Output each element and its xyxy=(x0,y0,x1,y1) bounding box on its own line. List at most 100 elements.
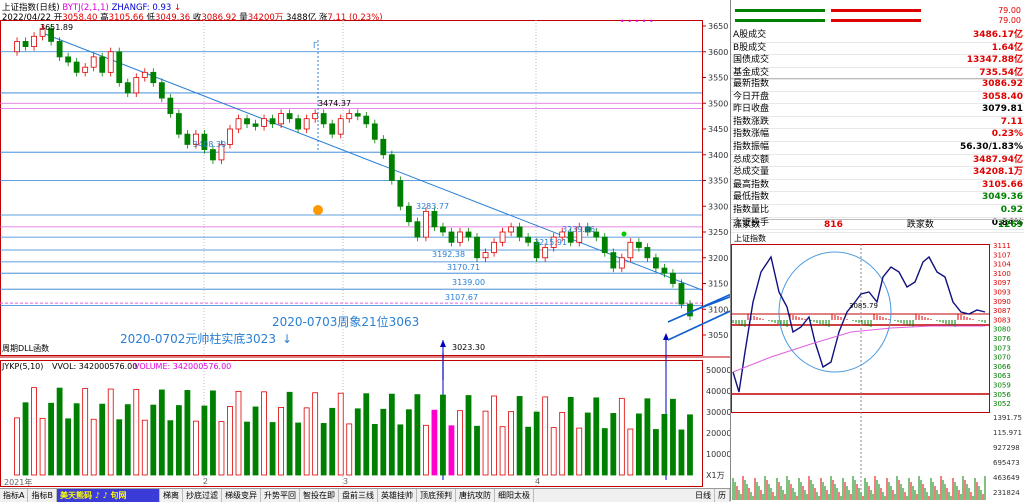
top-dots: • • • • • xyxy=(620,17,654,26)
tab-tiji[interactable]: 梯级变异 xyxy=(222,489,261,502)
volume-bar xyxy=(124,404,131,476)
volume-bar xyxy=(542,396,549,476)
volume-bar xyxy=(158,389,165,476)
kline-chart-panel[interactable]: 上证指数(日线) BYTJ(2,1,1) ZHANGF: 0.93 ↓ 2022… xyxy=(0,0,730,502)
volume-bar xyxy=(397,424,404,476)
intraday-avg-line xyxy=(732,325,985,373)
quote-value: 7.11 xyxy=(1000,116,1023,127)
volume-bar xyxy=(261,391,267,476)
volume-bar xyxy=(644,398,651,476)
volume-bar xyxy=(653,429,659,476)
candle-body xyxy=(516,226,523,238)
volume-bar xyxy=(303,407,310,476)
volume-bar xyxy=(99,403,106,476)
candle-body xyxy=(150,71,157,84)
tab-indicator-b[interactable]: 指标B xyxy=(28,489,57,502)
volume-bar xyxy=(593,397,600,476)
volume-tick: X1万 xyxy=(706,471,725,480)
candle-body xyxy=(423,210,429,238)
tab-chaodi[interactable]: 抄底过滤 xyxy=(183,489,222,502)
sun-icon xyxy=(313,205,323,215)
volume-bar xyxy=(218,421,225,476)
candle-body xyxy=(405,205,412,223)
quote-value: 3487.94亿 xyxy=(973,154,1023,165)
bar-green-2 xyxy=(735,19,825,22)
volume-bar xyxy=(184,390,191,476)
quote-label: 总成交额 xyxy=(733,154,770,165)
volume-bar xyxy=(278,407,284,476)
volume-bar xyxy=(550,427,557,476)
price-chart-svg[interactable]: 2 3 4 3650 3600 3550 3500 3450 3400 3350 3300 32… xyxy=(0,0,730,488)
price-tick: 3500 xyxy=(708,99,728,108)
tab-history[interactable]: 历 xyxy=(715,489,730,502)
x-tick-2: 2 xyxy=(203,477,208,486)
volume-tick: 50000 xyxy=(706,366,730,375)
quote-panel: 79.00 79.00 A股成交 3486.17亿 B股成交 1.64亿 国债成交 133… xyxy=(730,0,1024,501)
quote-label: 指数涨幅 xyxy=(733,129,770,140)
candle-body xyxy=(618,257,625,269)
quote-row: 最高指数 3105.66 xyxy=(731,180,1024,193)
candle-body xyxy=(474,236,480,259)
tab-xiyang[interactable]: 细阳太极 xyxy=(495,489,534,502)
candle-body xyxy=(90,56,97,68)
volume-bar xyxy=(48,402,54,476)
price-tick: 3350 xyxy=(708,177,728,186)
intraday-tick: 3087 xyxy=(993,307,1011,315)
quote-row: 总成交量 34208.1万 xyxy=(731,167,1024,180)
tab-panqian[interactable]: 盘前三线 xyxy=(339,489,378,502)
intraday-tick: 3083 xyxy=(993,316,1011,324)
price-tick: 3150 xyxy=(708,280,728,289)
candle-body xyxy=(286,113,293,120)
intraday-tick: 3052 xyxy=(993,400,1011,408)
label-3283: 3283.77 xyxy=(416,202,449,211)
tab-indicator-a[interactable]: 指标A xyxy=(0,489,29,502)
candle-body xyxy=(107,51,114,73)
volume-bar xyxy=(150,404,157,476)
volume-bar xyxy=(380,408,387,476)
volume-bar xyxy=(320,423,327,476)
volume-tick: 40000 xyxy=(706,387,730,396)
volume-bar xyxy=(14,417,20,476)
tab-shengshi[interactable]: 升势平回 xyxy=(261,489,300,502)
intraday-chart-svg[interactable]: 上证指数 3085.79 31113107 310431003097 3093309… xyxy=(731,232,1024,500)
quote-label: 最高指数 xyxy=(733,179,770,190)
quote-value: 3049.36 xyxy=(982,192,1023,203)
volume-bar xyxy=(618,397,625,476)
tab-dingdi[interactable]: 顶底预判 xyxy=(417,489,456,502)
intraday-tick: 3076 xyxy=(993,335,1011,343)
volume-bar xyxy=(227,406,233,476)
candle-body xyxy=(261,118,267,127)
low-label: 3023.30 xyxy=(452,343,485,352)
tab-tili[interactable]: 梯离 xyxy=(160,489,183,502)
candle-body xyxy=(525,236,532,243)
candle-body xyxy=(227,128,233,145)
top-val-1: 79.00 xyxy=(998,6,1021,15)
candle-body xyxy=(337,118,344,135)
up-count-label: 涨家数 xyxy=(733,220,761,230)
candle-body xyxy=(133,77,140,94)
quote-label: 昨日收盘 xyxy=(733,104,770,115)
candle-body xyxy=(627,241,634,259)
intraday-tick: 3111 xyxy=(993,242,1011,250)
tab-daily[interactable]: 日线 xyxy=(692,489,715,502)
quote-row: 指数涨幅 0.23% xyxy=(731,129,1024,142)
quote-label: A股成交 xyxy=(733,30,767,40)
candle-body xyxy=(431,210,438,228)
promo-tab[interactable]: 美天熊码 ♪ ♪ 句网 xyxy=(56,489,160,502)
price-tick: 3650 xyxy=(708,22,728,31)
tab-zhitou[interactable]: 智投在即 xyxy=(300,489,339,502)
intraday-volume-bars xyxy=(732,476,986,500)
quote-value: 3079.81 xyxy=(982,104,1023,115)
tab-tangkang[interactable]: 唐抗攻防 xyxy=(456,489,495,502)
intraday-tick: 3073 xyxy=(993,344,1011,352)
volume-bar xyxy=(559,412,566,476)
volume-bar xyxy=(235,390,242,476)
tab-yingxiong[interactable]: 英雄挂帅 xyxy=(378,489,417,502)
candle-body xyxy=(653,257,659,269)
candles-group xyxy=(14,24,693,321)
intraday-tick: 3059 xyxy=(993,382,1011,390)
quote-row: 指数量比 0.92 xyxy=(731,205,1024,218)
intraday-tick: 3104 xyxy=(993,261,1011,269)
volume-bar xyxy=(337,392,344,476)
candle-body xyxy=(82,66,89,73)
